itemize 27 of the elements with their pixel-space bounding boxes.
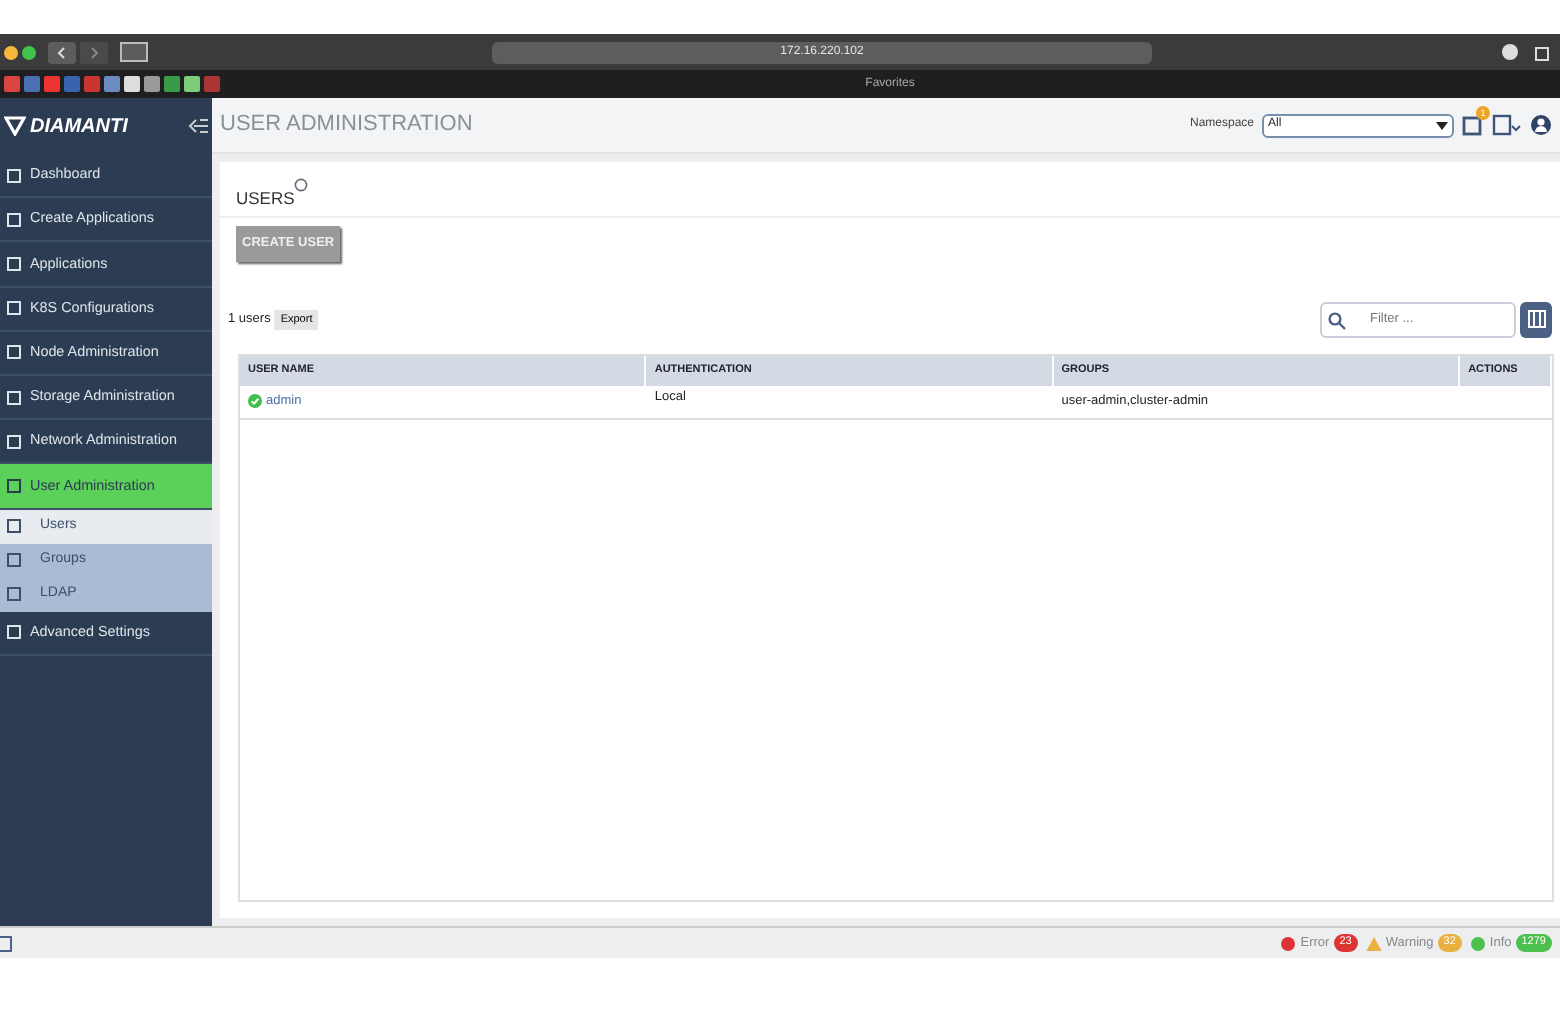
- menu-item-icon: [6, 586, 22, 602]
- columns-button[interactable]: [1520, 301, 1552, 338]
- user-avatar-icon[interactable]: [1530, 114, 1552, 136]
- menu-item-icon: [6, 624, 22, 641]
- collapse-menu-icon[interactable]: [188, 118, 208, 134]
- panel-title: USERS: [236, 186, 295, 212]
- page-title: USER ADMINISTRATION: [220, 110, 473, 141]
- search-icon: [1328, 311, 1346, 330]
- forward-button[interactable]: [80, 41, 108, 63]
- diamond-logo-icon: [4, 116, 26, 136]
- maximize-dot[interactable]: [22, 45, 36, 59]
- columns-icon: [1527, 310, 1545, 329]
- menu-item-icon: [6, 255, 22, 272]
- menu-item-icon: [6, 477, 22, 494]
- menu-item-icon: [6, 300, 22, 317]
- logo-text: DIAMANTI: [30, 113, 128, 141]
- error-icon: [1280, 935, 1297, 951]
- minimize-dot[interactable]: [4, 45, 18, 59]
- menu-item-icon: [6, 344, 22, 361]
- menu-item-icon: [6, 518, 22, 534]
- warning-icon: [1365, 935, 1382, 951]
- menu-item-icon: [6, 552, 22, 568]
- menu-item-icon: [6, 389, 22, 406]
- menu-item-icon: [6, 433, 22, 450]
- menu-item-icon: [6, 211, 22, 228]
- dropdown-caret-icon: [1436, 121, 1448, 129]
- menu-item-icon: [6, 167, 22, 184]
